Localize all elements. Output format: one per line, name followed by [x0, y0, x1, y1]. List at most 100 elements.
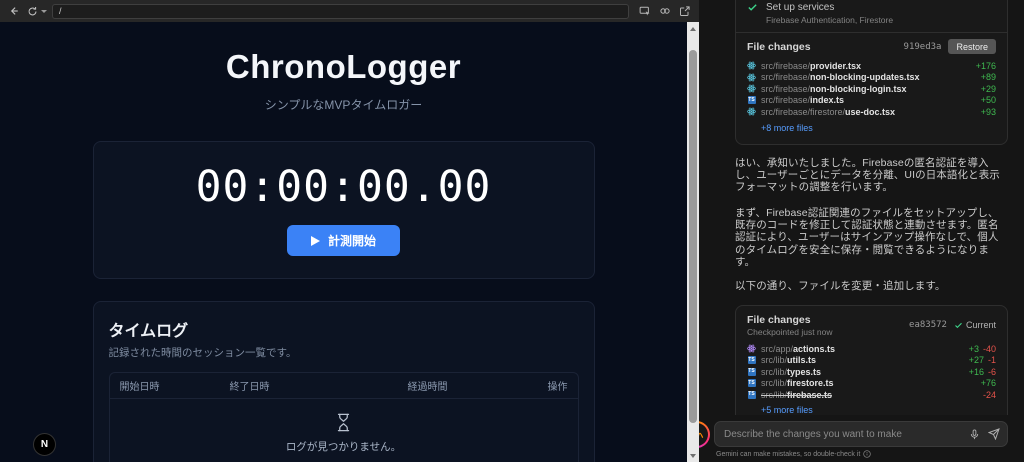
time-log-title: タイムログ	[108, 323, 189, 340]
back-icon[interactable]	[7, 4, 21, 18]
empty-state-title: ログが見つかりません。	[285, 441, 402, 453]
file-name: types.ts	[787, 366, 822, 377]
file-name: non-blocking-updates.tsx	[810, 72, 920, 83]
file-name: actions.ts	[793, 343, 836, 354]
file-changes-title: File changes	[747, 40, 811, 53]
check-icon	[955, 322, 962, 329]
divider	[736, 32, 1007, 33]
typescript-file-icon: TS	[747, 390, 756, 399]
diff-added: +29	[980, 83, 996, 94]
file-name: non-blocking-login.tsx	[810, 83, 907, 94]
file-dir: src/lib/	[761, 355, 788, 366]
file-row[interactable]: TS src/lib/types.ts +16 -6	[747, 366, 996, 378]
checkpoint-subtitle: Checkpointed just now	[747, 326, 833, 337]
file-changes-card-2: File changes Checkpointed just now ea835…	[735, 304, 1008, 428]
file-row[interactable]: src/firebase/non-blocking-updates.tsx +8…	[747, 72, 996, 84]
react-file-icon	[747, 107, 756, 116]
react-file-icon	[747, 73, 756, 82]
current-status-label: Current	[965, 320, 996, 331]
gemini-squiggle-icon	[699, 432, 704, 438]
file-dir: src/firebase/	[761, 83, 811, 94]
file-row[interactable]: src/firebase/non-blocking-login.tsx +29	[747, 83, 996, 95]
preview-scrollbar[interactable]	[687, 22, 699, 462]
file-row[interactable]: TS src/lib/utils.ts +27 -1	[747, 354, 996, 366]
time-log-card: タイムログ 記録された時間のセッション一覧です。 開始日時 終了日時 経過時間 …	[92, 301, 595, 462]
assistant-message: 以下の通り、ファイルを変更・追加します。	[735, 279, 946, 292]
more-files-link[interactable]: +5 more files	[761, 405, 813, 415]
file-name: provider.tsx	[810, 60, 862, 71]
mic-icon[interactable]	[969, 428, 980, 440]
scroll-down-icon[interactable]	[687, 450, 699, 461]
open-external-icon[interactable]	[678, 4, 692, 18]
assistant-message: はい、承知いたしました。Firebaseの匿名認証を導入し、ユーザーごとにデータ…	[735, 156, 1000, 194]
scrollbar-thumb[interactable]	[689, 50, 697, 423]
file-row[interactable]: src/firebase/firestore/use-doc.tsx +93	[747, 106, 996, 118]
file-changes-card-1: Set up services Firebase Authentication,…	[735, 0, 1008, 145]
send-icon[interactable]	[988, 428, 1000, 440]
check-icon	[748, 4, 757, 11]
file-name: firebase.ts	[787, 389, 833, 400]
file-row[interactable]: TS src/firebase/index.ts +50	[747, 95, 996, 107]
link-icon[interactable]	[658, 4, 672, 18]
time-log-table: 開始日時 終了日時 経過時間 操作 ログが見つかりません。	[108, 372, 579, 462]
page-subtitle: シンプルなMVPタイムロガー	[264, 98, 423, 112]
diff-removed: -24	[982, 389, 996, 400]
file-changes-title: File changes	[747, 313, 811, 326]
diff-added: +3	[968, 343, 979, 354]
url-input[interactable]	[52, 3, 629, 19]
composer-footer: Gemini can make mistakes, so double-chec…	[699, 415, 1024, 462]
file-name: use-doc.tsx	[845, 106, 896, 117]
chat-panel: Set up services Firebase Authentication,…	[699, 0, 1024, 462]
timer-card: 00:00:00.00 計測開始	[92, 141, 595, 279]
file-row[interactable]: src/app/actions.ts +3 -40	[747, 343, 996, 355]
commit-hash: ea83572	[909, 320, 947, 331]
file-dir: src/app/	[761, 343, 794, 354]
typescript-file-icon: TS	[747, 379, 756, 388]
file-name: index.ts	[810, 95, 845, 106]
scroll-up-icon[interactable]	[687, 23, 699, 34]
table-header-row: 開始日時 終了日時 経過時間 操作	[109, 373, 578, 399]
current-status-badge: Current	[954, 320, 996, 330]
react-file-icon	[747, 61, 756, 70]
more-files-link[interactable]: +8 more files	[761, 123, 813, 133]
chat-input[interactable]	[714, 421, 1008, 447]
nextjs-dev-badge[interactable]: N	[33, 433, 56, 456]
diff-added: +16	[968, 366, 984, 377]
file-dir: src/lib/	[761, 366, 788, 377]
file-row-deleted[interactable]: TS src/lib/firebase.ts -24	[747, 389, 996, 401]
file-row[interactable]: TS src/lib/firestore.ts +76	[747, 377, 996, 389]
time-log-subtitle: 記録された時間のセッション一覧です。	[108, 347, 297, 359]
start-timer-button[interactable]: 計測開始	[286, 225, 400, 256]
inspect-element-icon[interactable]	[638, 4, 652, 18]
file-dir: src/lib/	[761, 378, 788, 389]
file-name: firestore.ts	[787, 378, 834, 389]
file-dir: src/lib/	[761, 389, 788, 400]
file-name: utils.ts	[787, 355, 817, 366]
reload-icon[interactable]	[26, 4, 38, 18]
react-file-icon	[747, 84, 756, 93]
preview-toolbar	[0, 0, 699, 22]
file-row[interactable]: src/firebase/provider.tsx +176	[747, 60, 996, 72]
nextjs-badge-label: N	[40, 439, 49, 450]
restore-button[interactable]: Restore	[948, 39, 996, 54]
hourglass-icon	[337, 413, 350, 432]
diff-added: +27	[968, 355, 984, 366]
commit-hash: 919ed3a	[903, 41, 942, 52]
play-icon	[310, 235, 320, 246]
server-action-file-icon	[747, 344, 756, 353]
setup-step: Set up services Firebase Authentication,…	[747, 0, 996, 25]
start-timer-label: 計測開始	[327, 234, 376, 248]
page-title: ChronoLogger	[225, 48, 462, 85]
diff-removed: -40	[982, 343, 996, 354]
diff-added: +76	[980, 378, 996, 389]
typescript-file-icon: TS	[747, 96, 756, 105]
file-dir: src/firebase/	[761, 60, 811, 71]
step-title: Set up services	[766, 2, 835, 13]
toolbar-actions	[638, 4, 692, 18]
diff-added: +93	[980, 106, 996, 117]
typescript-file-icon: TS	[747, 367, 756, 376]
reload-dropdown-icon[interactable]	[41, 9, 47, 13]
file-dir: src/firebase/	[761, 95, 811, 106]
app-window: ChronoLogger シンプルなMVPタイムロガー 00:00:00.00 …	[0, 0, 1024, 462]
column-header-actions: 操作	[547, 382, 568, 393]
